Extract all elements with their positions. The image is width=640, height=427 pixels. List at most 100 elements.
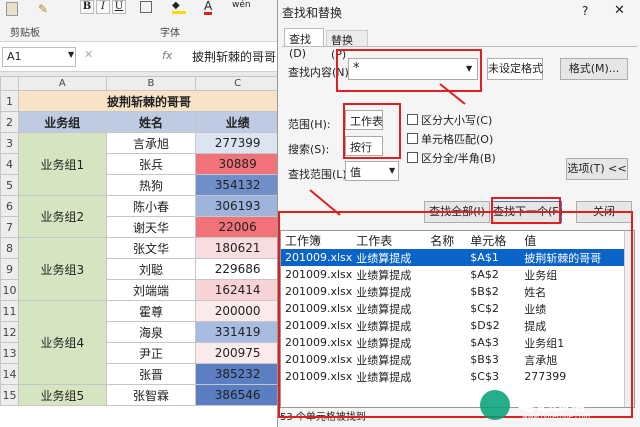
value-cell[interactable]: 162414 bbox=[195, 279, 280, 301]
header-cell[interactable]: 业绩 bbox=[195, 111, 280, 133]
insert-function-icon[interactable]: fx bbox=[162, 49, 172, 62]
name-box-dropdown-icon[interactable]: ▼ bbox=[68, 50, 74, 59]
results-column-header[interactable]: 名称 bbox=[426, 231, 466, 249]
value-cell[interactable]: 180621 bbox=[195, 237, 280, 259]
results-cell: 201009.xlsx bbox=[285, 336, 353, 349]
formula-input[interactable]: 披荆斩棘的哥哥 bbox=[192, 47, 282, 67]
row-header[interactable]: 9 bbox=[0, 258, 19, 280]
name-cell[interactable]: 张兵 bbox=[105, 153, 197, 175]
watermark-text: 笔记部落 bbox=[518, 395, 586, 415]
name-cell[interactable]: 海泉 bbox=[105, 321, 197, 343]
group-cell[interactable]: 业务组2 bbox=[17, 195, 107, 238]
results-column-header[interactable]: 工作簿 bbox=[281, 231, 352, 249]
value-cell[interactable]: 277399 bbox=[195, 132, 280, 154]
fill-color-icon[interactable]: ◆ bbox=[172, 0, 186, 14]
find-what-dropdown-icon[interactable]: ▼ bbox=[466, 64, 472, 73]
format-button[interactable]: 格式(M)... bbox=[560, 58, 628, 80]
row-header[interactable]: 7 bbox=[0, 216, 19, 238]
header-cell[interactable]: 姓名 bbox=[105, 111, 197, 133]
results-table[interactable]: 工作簿 工作表 名称 单元格值 201009.xlsx 业绩算提成 $A$1 披荆斩棘的哥哥… bbox=[281, 231, 633, 385]
results-column-header[interactable]: 工作表 bbox=[352, 231, 426, 249]
bold-button[interactable]: B bbox=[80, 0, 94, 14]
group-cell[interactable]: 业务组4 bbox=[17, 300, 107, 385]
column-header[interactable]: A bbox=[17, 76, 107, 91]
border-icon[interactable] bbox=[140, 1, 152, 13]
tab-replace[interactable]: 替换(P) bbox=[326, 30, 368, 61]
value-cell[interactable]: 200975 bbox=[195, 342, 280, 364]
row-header[interactable]: 6 bbox=[0, 195, 19, 217]
name-cell[interactable]: 言承旭 bbox=[105, 132, 197, 154]
results-row[interactable]: 201009.xlsx 业绩算提成 $B$2 姓名 bbox=[281, 283, 632, 300]
row-header[interactable]: 15 bbox=[0, 384, 19, 406]
close-icon[interactable]: ✕ bbox=[614, 3, 625, 18]
value-cell[interactable]: 229686 bbox=[195, 258, 280, 280]
value-cell[interactable]: 386546 bbox=[195, 384, 280, 406]
row-header[interactable]: 14 bbox=[0, 363, 19, 385]
name-cell[interactable]: 张晋 bbox=[105, 363, 197, 385]
value-cell[interactable]: 331419 bbox=[195, 321, 280, 343]
results-column-header[interactable]: 单元格 bbox=[466, 231, 520, 249]
name-cell[interactable]: 谢天华 bbox=[105, 216, 197, 238]
row-header[interactable]: 11 bbox=[0, 300, 19, 322]
results-row[interactable]: 201009.xlsx 业绩算提成 $A$2 业务组 bbox=[281, 266, 632, 283]
table-row: 15 业务组5 张智霖 386546 bbox=[0, 384, 280, 406]
format-painter-icon[interactable]: ✎ bbox=[38, 2, 48, 16]
results-list[interactable]: 工作簿 工作表 名称 单元格值 201009.xlsx 业绩算提成 $A$1 披荆斩棘的哥哥… bbox=[280, 230, 635, 408]
row-header[interactable]: 3 bbox=[0, 132, 19, 154]
italic-button[interactable]: I bbox=[96, 0, 110, 14]
group-cell[interactable]: 业务组5 bbox=[17, 384, 107, 406]
column-header[interactable]: B bbox=[105, 76, 197, 91]
results-row[interactable]: 201009.xlsx 业绩算提成 $C$3 277399 bbox=[281, 368, 632, 385]
results-row[interactable]: 201009.xlsx 业绩算提成 $A$3 业务组1 bbox=[281, 334, 632, 351]
find-what-input[interactable]: * bbox=[348, 58, 478, 80]
name-cell[interactable]: 尹正 bbox=[105, 342, 197, 364]
row-header[interactable]: 5 bbox=[0, 174, 19, 196]
phonetic-button[interactable]: wén bbox=[232, 0, 251, 10]
name-cell[interactable]: 张智霖 bbox=[105, 384, 197, 406]
row-header[interactable]: 13 bbox=[0, 342, 19, 364]
results-cell: $A$1 bbox=[466, 249, 521, 266]
group-cell[interactable]: 业务组3 bbox=[17, 237, 107, 301]
value-cell[interactable]: 354132 bbox=[195, 174, 280, 196]
name-cell[interactable]: 刘端端 bbox=[105, 279, 197, 301]
results-cell: 277399 bbox=[524, 370, 567, 383]
results-row[interactable]: 201009.xlsx 业绩算提成 $D$2 提成 bbox=[281, 317, 632, 334]
column-header[interactable]: C bbox=[195, 76, 280, 91]
cancel-icon[interactable]: ✕ bbox=[84, 48, 93, 61]
row-header[interactable]: 1 bbox=[0, 90, 19, 112]
value-cell[interactable]: 30889 bbox=[195, 153, 280, 175]
group-cell[interactable]: 业务组1 bbox=[17, 132, 107, 196]
worksheet[interactable]: A B C 1 披荆斩棘的哥哥 2 业务组 姓名 业绩 3 业务组1 言承旭 277399 4 张兵 3088… bbox=[0, 76, 280, 427]
header-cell[interactable]: 业务组 bbox=[17, 111, 107, 133]
name-cell[interactable]: 张文华 bbox=[105, 237, 197, 259]
paste-icon[interactable] bbox=[6, 2, 18, 16]
value-cell[interactable]: 200000 bbox=[195, 300, 280, 322]
name-cell[interactable]: 霍尊 bbox=[105, 300, 197, 322]
row-header[interactable]: 12 bbox=[0, 321, 19, 343]
row-header[interactable]: 10 bbox=[0, 279, 19, 301]
name-box[interactable]: A1 bbox=[2, 47, 76, 67]
worksheet-grid[interactable]: A B C 1 披荆斩棘的哥哥 2 业务组 姓名 业绩 3 业务组1 言承旭 277399 4 张兵 3088… bbox=[0, 76, 280, 406]
tab-find[interactable]: 查找(D) bbox=[284, 28, 324, 60]
value-cell[interactable]: 22006 bbox=[195, 216, 280, 238]
underline-button[interactable]: U bbox=[112, 0, 126, 14]
row-header[interactable]: 2 bbox=[0, 111, 19, 133]
row-header[interactable]: 8 bbox=[0, 237, 19, 259]
results-column-header[interactable]: 值 bbox=[520, 231, 632, 249]
results-row[interactable]: 201009.xlsx 业绩算提成 $C$2 业绩 bbox=[281, 300, 632, 317]
help-button[interactable]: ? bbox=[582, 4, 588, 18]
title-cell[interactable]: 披荆斩棘的哥哥 bbox=[17, 90, 280, 112]
name-cell[interactable]: 刘聪 bbox=[105, 258, 197, 280]
results-cell bbox=[426, 351, 466, 368]
font-color-button[interactable]: A bbox=[204, 0, 213, 15]
results-row[interactable]: 201009.xlsx 业绩算提成 $A$1 披荆斩棘的哥哥 bbox=[281, 249, 633, 266]
results-row[interactable]: 201009.xlsx 业绩算提成 $B$3 言承旭 bbox=[281, 351, 632, 368]
name-cell[interactable]: 热狗 bbox=[105, 174, 197, 196]
name-cell[interactable]: 陈小春 bbox=[105, 195, 197, 217]
row-header[interactable]: 4 bbox=[0, 153, 19, 175]
results-scrollbar[interactable] bbox=[624, 231, 634, 407]
value-cell[interactable]: 385232 bbox=[195, 363, 280, 385]
results-cell: $C$3 bbox=[470, 370, 499, 383]
value-cell[interactable]: 306193 bbox=[195, 195, 280, 217]
select-all-corner[interactable] bbox=[0, 76, 19, 91]
